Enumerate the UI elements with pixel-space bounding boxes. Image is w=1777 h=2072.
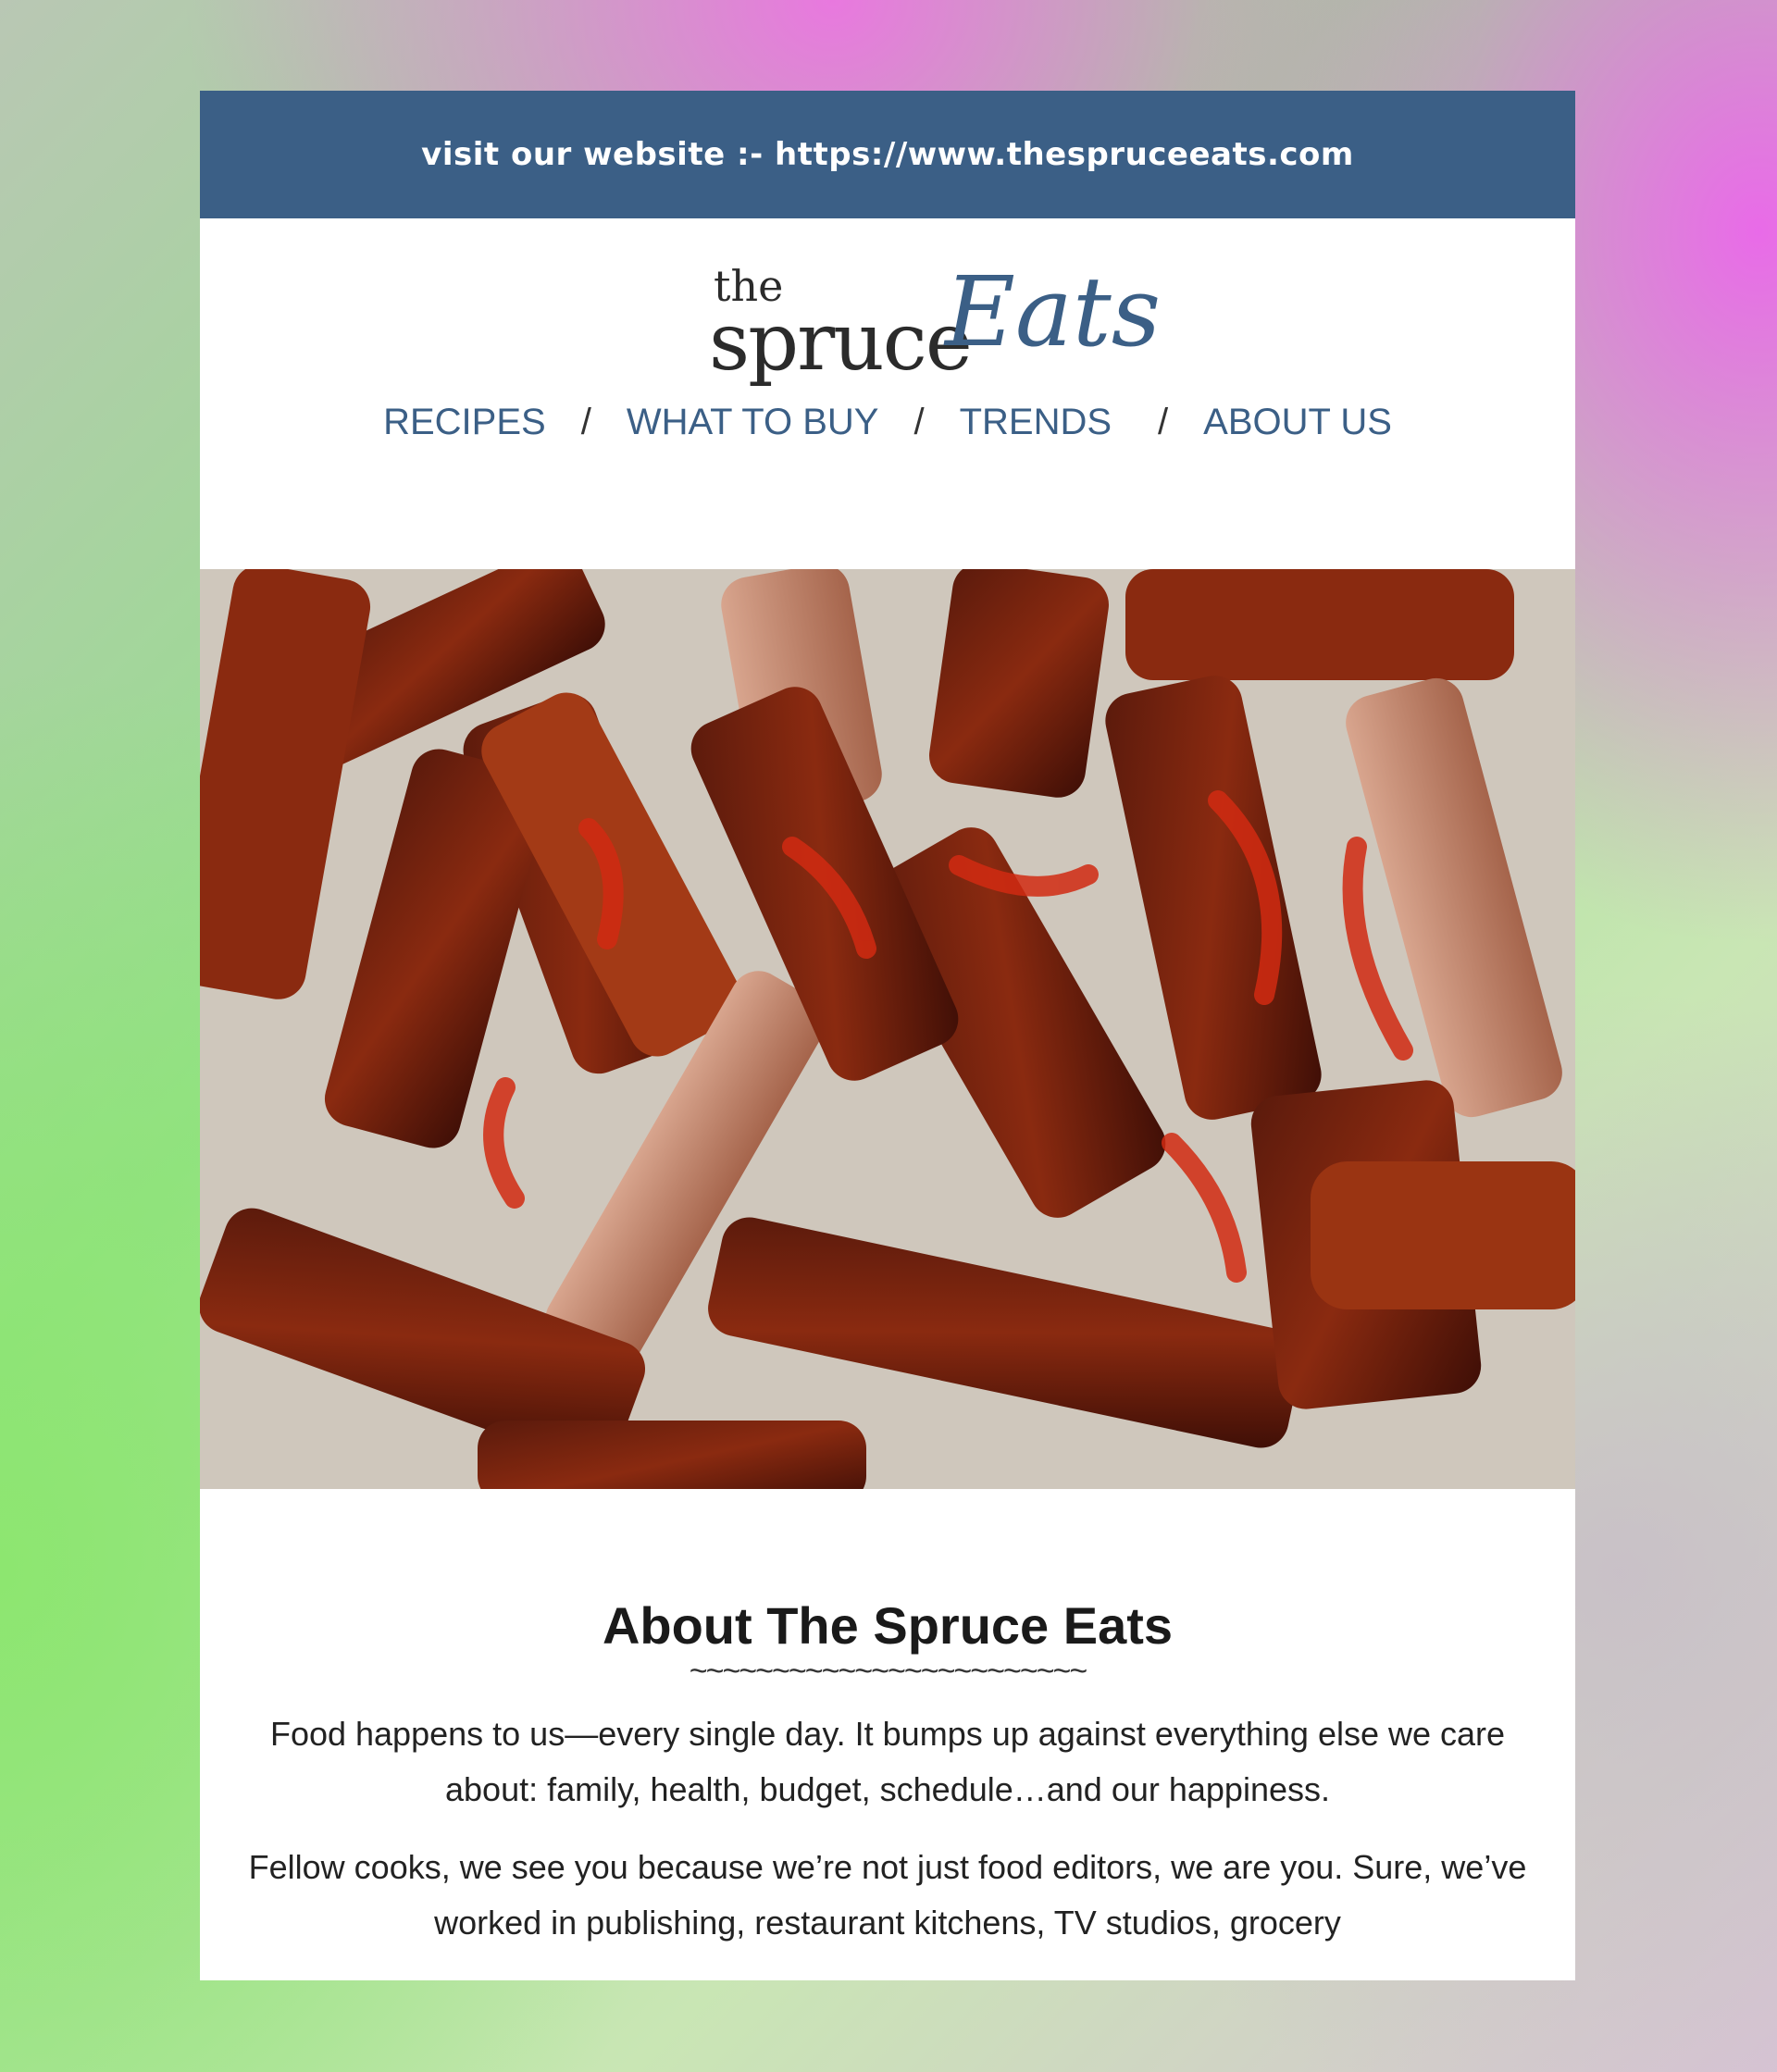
website-banner-text[interactable]: visit our website :- https://www.thespru… xyxy=(421,136,1354,173)
logo-eats: Eats xyxy=(945,255,1162,368)
about-paragraph: Fellow cooks, we see you because we’re n… xyxy=(248,1848,1527,1942)
nav-recipes[interactable]: RECIPES xyxy=(383,402,546,443)
logo-spruce: spruce xyxy=(709,296,973,389)
nav-what-to-buy[interactable]: WHAT TO BUY xyxy=(627,402,879,443)
nav-separator: / xyxy=(1158,402,1169,442)
spruce-eats-logo[interactable]: the spruce Eats xyxy=(200,218,1575,394)
nav-about-us[interactable]: ABOUT US xyxy=(1203,402,1392,443)
ribs-illustration xyxy=(200,569,1575,1489)
bbq-ribs-photo xyxy=(200,569,1575,1489)
nav-trends[interactable]: TRENDS xyxy=(960,402,1112,443)
about-title: About The Spruce Eats xyxy=(602,1596,1174,1655)
newsletter-card: visit our website :- https://www.thespru… xyxy=(200,91,1575,1980)
title-divider: ~~~~~~~~~~~~~~~~~~~~~~~~ xyxy=(689,1654,1088,1689)
website-banner[interactable]: visit our website :- https://www.thespru… xyxy=(200,91,1575,218)
nav-separator: / xyxy=(913,402,925,442)
about-paragraph: Food happens to us—every single day. It … xyxy=(269,1715,1506,1808)
about-section: About The Spruce Eats ~~~~~~~~~~~~~~~~~~… xyxy=(200,1489,1575,1951)
nav-separator: / xyxy=(580,402,591,442)
main-nav: RECIPES / WHAT TO BUY / TRENDS / ABOUT U… xyxy=(200,394,1575,505)
